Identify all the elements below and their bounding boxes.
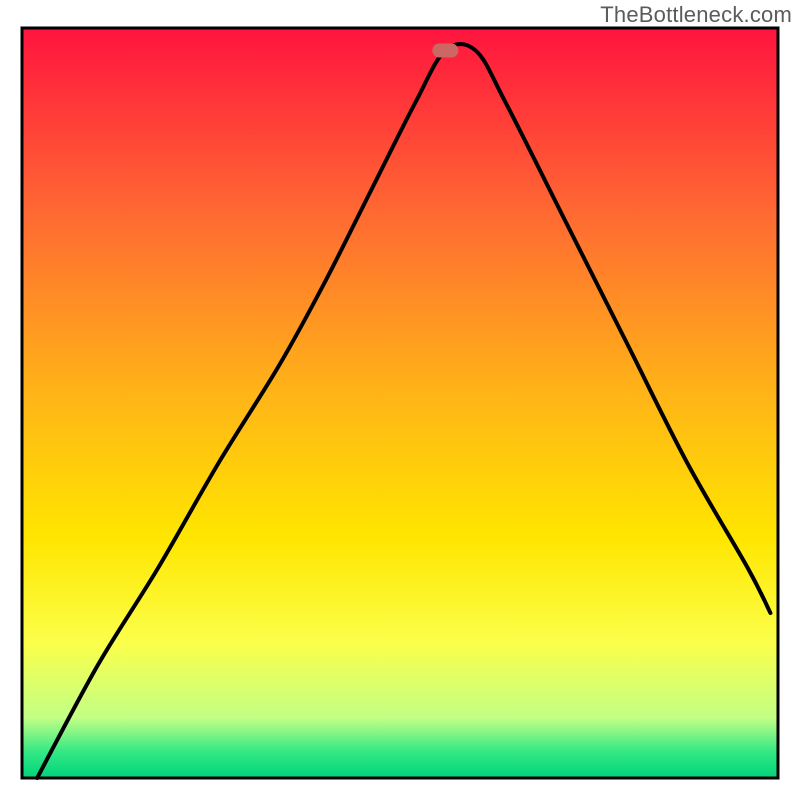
optimum-marker bbox=[432, 44, 458, 58]
plot-background bbox=[22, 28, 778, 778]
chart-stage: TheBottleneck.com bbox=[0, 0, 800, 800]
bottleneck-chart bbox=[0, 0, 800, 800]
watermark-label: TheBottleneck.com bbox=[600, 2, 792, 28]
